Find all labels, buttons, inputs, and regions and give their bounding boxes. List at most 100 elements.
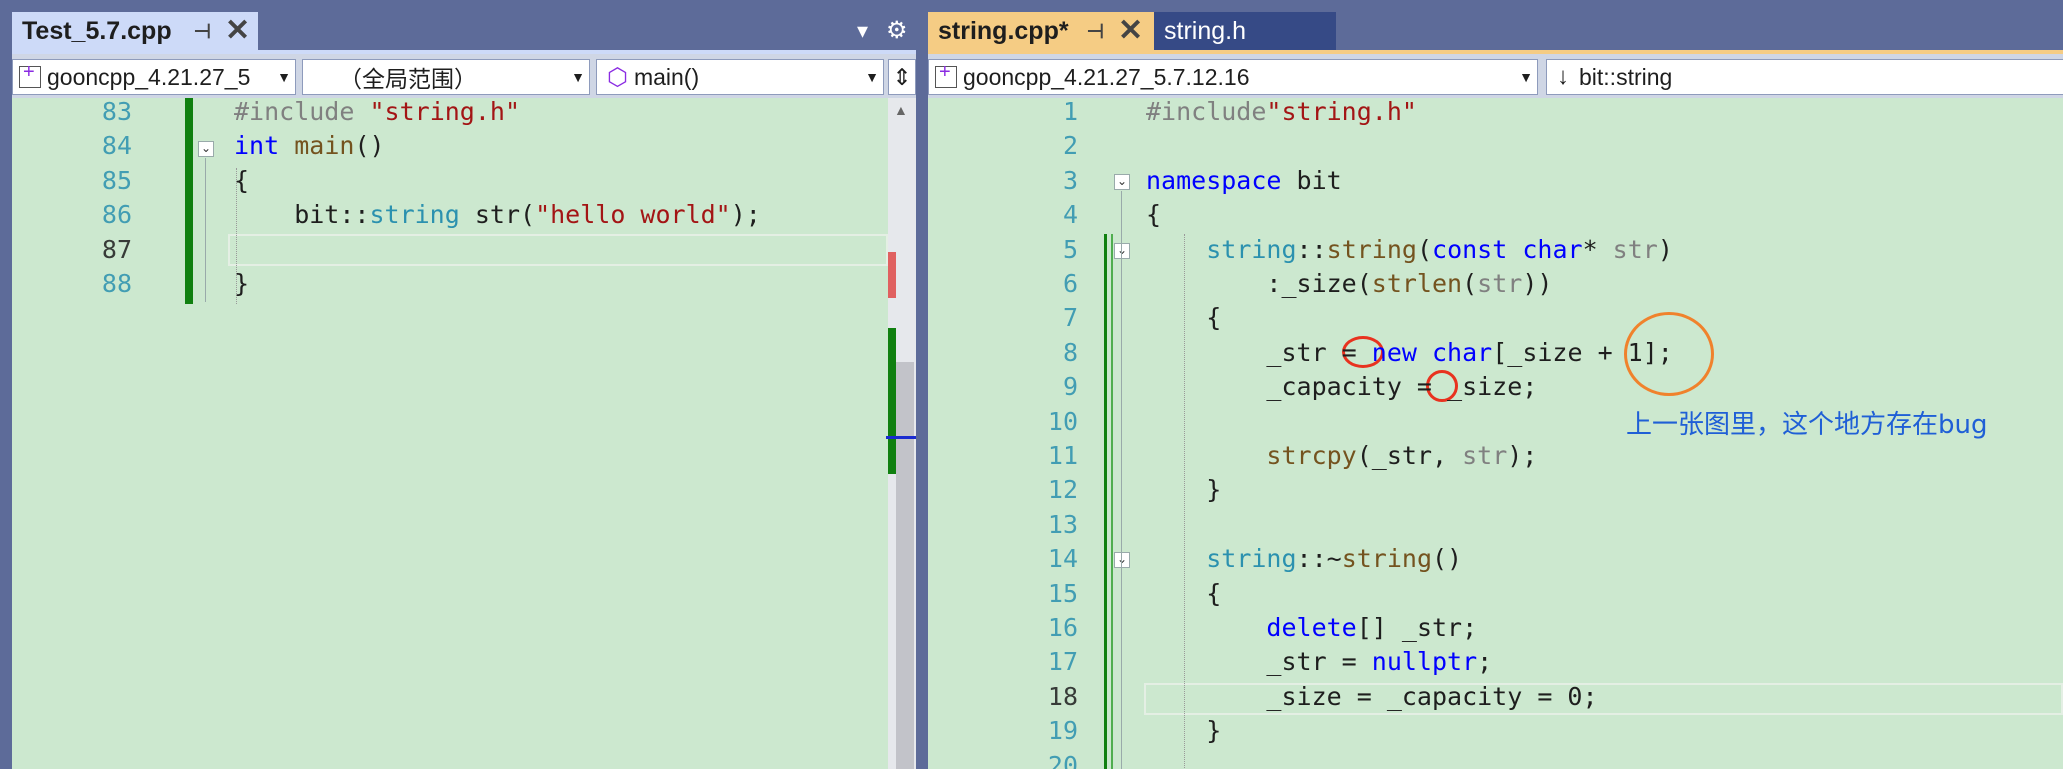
code-line[interactable]: {	[234, 164, 249, 198]
outline-guide	[205, 158, 206, 302]
close-icon[interactable]: ✕	[225, 16, 250, 46]
line-number: 11	[1047, 441, 1078, 470]
code-line[interactable]: _str = nullptr;	[1146, 645, 1492, 679]
gear-icon[interactable]: ⚙	[886, 16, 908, 45]
line-number: 13	[1047, 509, 1078, 539]
code-line[interactable]: #include "string.h"	[234, 95, 520, 129]
scroll-thumb[interactable]	[896, 362, 914, 769]
code-line[interactable]: string::string(const char* str)	[1146, 233, 1673, 267]
line-number: 16	[1047, 613, 1078, 642]
line-number: 12	[1047, 475, 1078, 505]
split-icon: ⇕	[892, 63, 912, 90]
saved-change-bar	[1111, 234, 1113, 769]
left-code-editor[interactable]: ⌄ 83 #include "string.h" 84 int main() 85 {86…	[12, 95, 888, 769]
tab-title: string.cpp*	[938, 16, 1069, 45]
code-line[interactable]: _size = _capacity = 0;	[1146, 680, 1597, 714]
code-line[interactable]: _capacity = _size;	[1146, 370, 1537, 404]
line-number: 6	[1062, 269, 1078, 298]
pin-icon[interactable]: ⊣	[194, 19, 211, 44]
line-number: 9	[1062, 372, 1078, 402]
split-view-button[interactable]: ⇕	[888, 59, 916, 95]
line-number: 4	[1062, 200, 1078, 230]
line-number: 18	[1047, 681, 1078, 711]
right-editor-pane: string.cpp* ⊣ ✕ string.h gooncpp_4.21.27…	[928, 0, 2063, 769]
code-line[interactable]: }	[1146, 714, 1221, 748]
arrow-down-icon: ↓	[1557, 63, 1569, 90]
code-line[interactable]: namespace bit	[1146, 164, 1342, 198]
line-number: 1	[1062, 97, 1078, 126]
chevron-down-icon: ▼	[571, 69, 585, 85]
change-tracking-bar	[1104, 234, 1107, 769]
chevron-down-icon: ▼	[1519, 69, 1533, 85]
project-dropdown-value: gooncpp_4.21.27_5.7.12.16	[963, 63, 1250, 90]
caret-position-marker	[886, 436, 916, 439]
line-number: 87	[101, 234, 132, 264]
bug-annotation: 上一张图里，这个地方存在bug	[1626, 410, 1988, 440]
member-dropdown[interactable]: ↓ bit::string	[1546, 59, 2063, 95]
code-line[interactable]: {	[1146, 577, 1221, 611]
code-line[interactable]: #include"string.h"	[1146, 95, 1417, 129]
tab-title: string.h	[1164, 16, 1246, 45]
line-number: 15	[1047, 578, 1078, 608]
code-line[interactable]: delete[] _str;	[1146, 611, 1477, 645]
scroll-up-icon[interactable]: ▲	[894, 102, 908, 118]
member-dropdown[interactable]: ⬡ main() ▼	[596, 59, 884, 95]
tab-list-dropdown-icon[interactable]: ▾	[857, 18, 868, 44]
current-line-highlight	[228, 234, 888, 266]
function-cube-icon: ⬡	[607, 63, 628, 91]
right-navigation-bar: gooncpp_4.21.27_5.7.12.16 ▼ ↓ bit::strin…	[928, 50, 2063, 98]
left-editor-pane: Test_5.7.cpp ⊣ ✕ ▾ ⚙ gooncpp_4.21.27_5 ▼…	[12, 0, 916, 769]
project-icon	[19, 61, 41, 88]
line-number: 10	[1047, 406, 1078, 436]
tab-test-5-7-cpp[interactable]: Test_5.7.cpp ⊣ ✕	[12, 12, 258, 50]
line-number: 2	[1062, 131, 1078, 161]
line-number: 3	[1062, 165, 1078, 195]
code-line[interactable]: strcpy(_str, str);	[1146, 439, 1537, 473]
line-number: 14	[1047, 544, 1078, 574]
line-number: 86	[101, 200, 132, 230]
collapse-icon[interactable]: ⌄	[1114, 174, 1130, 190]
right-code-editor[interactable]: ⌄ ⌄ ⌄ 上一张图里，这个地方存在bug 1 #include"string.h…	[928, 95, 2063, 769]
collapse-icon[interactable]: ⌄	[1114, 552, 1130, 568]
left-vertical-scrollbar[interactable]: ▲	[886, 98, 916, 769]
member-dropdown-value: main()	[633, 63, 700, 90]
code-line[interactable]: bit::string str("hello world");	[234, 198, 761, 232]
scope-dropdown-value: （全局范围）	[339, 66, 477, 92]
code-line[interactable]: string::~string()	[1146, 542, 1462, 576]
tab-string-h[interactable]: string.h	[1154, 12, 1336, 50]
tab-string-cpp[interactable]: string.cpp* ⊣ ✕	[928, 12, 1154, 50]
collapse-icon[interactable]: ⌄	[1114, 243, 1130, 259]
left-tab-strip: Test_5.7.cpp ⊣ ✕ ▾ ⚙	[12, 0, 916, 50]
code-line[interactable]: _str = new char[_size + 1];	[1146, 336, 1672, 370]
line-number: 84	[101, 131, 132, 161]
tab-title: Test_5.7.cpp	[22, 16, 172, 45]
line-number: 8	[1062, 337, 1078, 367]
chevron-down-icon: ▼	[865, 69, 879, 85]
project-dropdown[interactable]: gooncpp_4.21.27_5 ▼	[12, 59, 296, 95]
code-line[interactable]: {	[1146, 198, 1161, 232]
code-line[interactable]: }	[234, 267, 249, 301]
code-line[interactable]: :_size(strlen(str))	[1146, 267, 1552, 301]
scope-dropdown[interactable]: （全局范围） ▼	[302, 59, 590, 95]
outline-guide	[1121, 191, 1122, 769]
line-number: 88	[101, 269, 132, 298]
code-line[interactable]: }	[1146, 473, 1221, 507]
close-icon[interactable]: ✕	[1118, 16, 1143, 46]
line-number: 17	[1047, 647, 1078, 677]
change-tracking-bar	[185, 98, 193, 304]
left-navigation-bar: gooncpp_4.21.27_5 ▼ （全局范围） ▼ ⬡ main() ▼ …	[12, 50, 916, 98]
error-marker	[888, 252, 896, 298]
line-number: 83	[101, 97, 132, 126]
collapse-icon[interactable]: ⌄	[198, 141, 214, 157]
line-number: 7	[1062, 303, 1078, 333]
project-dropdown-value: gooncpp_4.21.27_5	[47, 63, 251, 90]
line-number: 5	[1062, 234, 1078, 264]
change-marker	[888, 328, 896, 474]
project-icon	[935, 61, 957, 88]
line-number: 85	[101, 165, 132, 195]
code-line[interactable]: {	[1146, 301, 1221, 335]
code-line[interactable]: int main()	[234, 129, 385, 163]
project-dropdown[interactable]: gooncpp_4.21.27_5.7.12.16 ▼	[928, 59, 1538, 95]
right-tab-strip: string.cpp* ⊣ ✕ string.h	[928, 0, 2063, 50]
pin-icon[interactable]: ⊣	[1087, 19, 1104, 44]
